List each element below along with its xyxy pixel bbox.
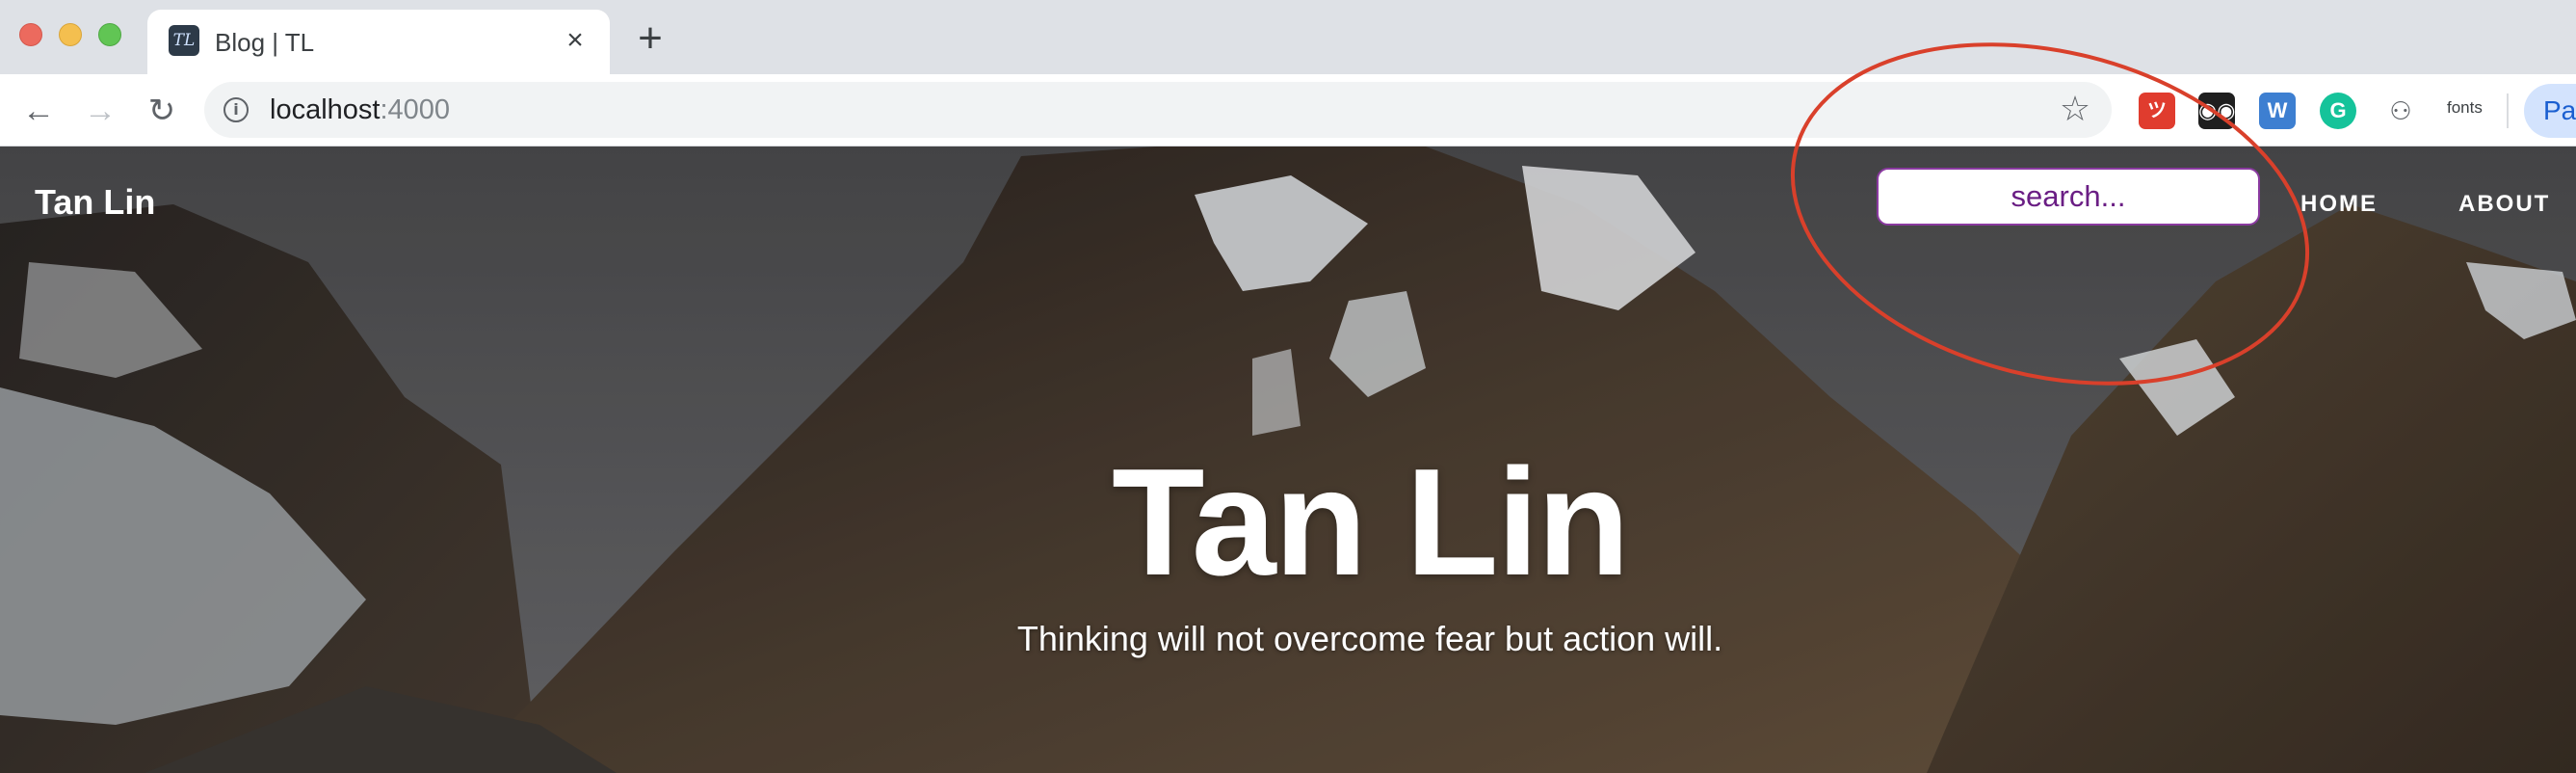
profile-button[interactable]: Pa [2524, 84, 2576, 138]
search-input[interactable] [1877, 168, 2260, 226]
new-tab-plus-icon[interactable]: + [631, 17, 670, 60]
maximize-window-button[interactable] [98, 23, 121, 46]
browser-tab[interactable]: TL Blog | TL × [147, 10, 610, 74]
back-arrow-icon[interactable]: ← [15, 88, 62, 134]
minimize-window-button[interactable] [59, 23, 82, 46]
hero-title: Tan Lin [1112, 438, 1630, 607]
close-window-button[interactable] [19, 23, 42, 46]
extension-5-icon[interactable]: ⚇ [2382, 93, 2419, 129]
browser-toolbar: ← → ↻ i localhost:4000 ☆ ツ ◉◉ W G ⚇ font… [0, 74, 2576, 147]
fonts-extension-button[interactable]: fonts [2447, 98, 2483, 118]
site-title[interactable]: Tan Lin [35, 182, 155, 223]
nav-link-home[interactable]: HOME [2300, 191, 2378, 218]
tab-title: Blog | TL [215, 28, 315, 57]
address-url[interactable]: localhost:4000 [270, 94, 450, 126]
extension-4-icon[interactable]: G [2320, 93, 2356, 129]
site-info-icon[interactable]: i [223, 97, 249, 122]
extension-2-icon[interactable]: ◉◉ [2198, 93, 2235, 129]
page-viewport: Tan Lin HOME ABOUT Tan Lin Thinking will… [0, 147, 2576, 773]
url-host: localhost [270, 94, 381, 125]
bookmark-star-icon[interactable]: ☆ [2056, 90, 2094, 128]
extension-1-icon[interactable]: ツ [2139, 93, 2175, 129]
hero-subtitle: Thinking will not overcome fear but acti… [1016, 619, 1723, 658]
forward-arrow-icon[interactable]: → [77, 88, 123, 134]
extension-3-icon[interactable]: W [2259, 93, 2296, 129]
tab-strip: TL Blog | TL × + [0, 0, 2576, 74]
url-port: :4000 [380, 94, 451, 125]
close-tab-icon[interactable]: × [560, 25, 591, 56]
address-bar[interactable]: i localhost:4000 ☆ [204, 82, 2112, 138]
nav-link-about[interactable]: ABOUT [2458, 191, 2550, 218]
reload-icon[interactable]: ↻ [139, 88, 185, 134]
toolbar-divider [2507, 93, 2509, 128]
site-favicon-icon: TL [169, 25, 199, 56]
